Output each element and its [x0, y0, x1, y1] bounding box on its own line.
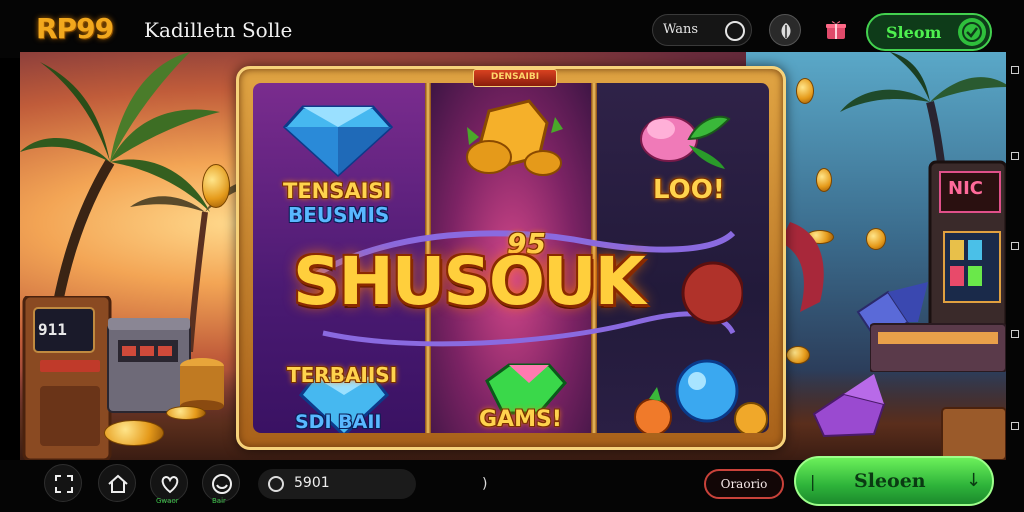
- purple-gems: [812, 374, 886, 438]
- settings-icon: [725, 21, 745, 41]
- panel-left-title: TENSAISI: [283, 179, 392, 203]
- panel-bottom-center-title: GAMS!: [479, 407, 562, 432]
- arcade-right-screen-text: NIC: [948, 178, 983, 199]
- treasure-barrel: [180, 358, 224, 410]
- coin-icon: [268, 476, 284, 492]
- signin-label: Sleom: [886, 23, 942, 42]
- check-icon: [958, 18, 986, 46]
- theme-toggle-button[interactable]: [769, 14, 801, 46]
- arcade-cabinet-right: [870, 160, 1006, 372]
- coin: [202, 164, 230, 208]
- gift-icon[interactable]: [824, 18, 848, 42]
- status-tick: ): [482, 476, 488, 492]
- side-system-bar: [1006, 52, 1024, 460]
- blue-orb-icon: [634, 359, 768, 433]
- gold-nugget-icon: [466, 99, 563, 176]
- download-arrow-icon: ↓: [966, 470, 982, 491]
- leaf-icon: [781, 23, 791, 39]
- expand-icon: [55, 475, 73, 493]
- arcade-left-screen-text: 911: [38, 320, 67, 339]
- signin-button[interactable]: Sleom: [866, 13, 992, 51]
- panel-right-title: LOO!: [653, 175, 725, 205]
- signup-label: Sleoen: [854, 470, 926, 492]
- board-inner: TENSAISI BEUSMIS LOO! 95 SHUSOUK TERBAII…: [253, 83, 769, 433]
- wooden-chest: [941, 407, 1006, 460]
- site-title: Kadilletn Solle: [144, 18, 293, 42]
- panel-bottom-left-subtitle: SDI BAII: [295, 411, 382, 433]
- chevron-icon[interactable]: [1011, 330, 1019, 338]
- balance-value: 5901: [294, 475, 330, 491]
- game-scene: 911 NIC TENSAISI BEUSMIS LOO! 95 SHUSOUK…: [20, 52, 1006, 460]
- chevron-icon[interactable]: [1011, 66, 1019, 74]
- balance-display[interactable]: 5901: [258, 469, 416, 499]
- promo-button[interactable]: Oraorio: [704, 469, 784, 499]
- board-banner-text: DENSAIBI: [490, 72, 540, 82]
- chevron-icon[interactable]: [1011, 152, 1019, 160]
- heart-icon: [161, 475, 179, 494]
- home-icon: [108, 474, 128, 493]
- wallet-pill[interactable]: Wans: [652, 14, 752, 46]
- blue-diamond-icon: [283, 105, 393, 177]
- promo-label: Oraorio: [720, 477, 768, 491]
- top-bar: RP99 Kadilletn Solle Wans Sleom: [0, 0, 1024, 58]
- flower-icon: [640, 115, 731, 169]
- signup-button[interactable]: | Sleoen ↓: [794, 456, 994, 506]
- nav-home-button[interactable]: [98, 464, 136, 502]
- wallet-pill-label: Wans: [663, 22, 699, 37]
- nav-expand-button[interactable]: [44, 464, 82, 502]
- signup-prefix: |: [810, 472, 816, 491]
- coin: [104, 420, 164, 446]
- panel-bottom-left-title: TERBAIISI: [287, 363, 398, 387]
- chevron-icon[interactable]: [1011, 422, 1019, 430]
- coin: [796, 78, 814, 104]
- game-title: SHUSOUK: [293, 243, 646, 320]
- board-banner: DENSAIBI: [473, 69, 557, 87]
- coin: [816, 168, 832, 192]
- brand-logo[interactable]: RP99: [36, 12, 114, 45]
- smile-icon: [212, 474, 232, 494]
- chevron-icon[interactable]: [1011, 242, 1019, 250]
- red-cloth: [780, 222, 824, 312]
- nav-favorites-label: Gwaor: [156, 497, 179, 505]
- game-board[interactable]: TENSAISI BEUSMIS LOO! 95 SHUSOUK TERBAII…: [236, 66, 786, 450]
- nav-profile-label: Bair: [212, 497, 226, 505]
- coin: [166, 406, 206, 420]
- coin: [786, 346, 810, 364]
